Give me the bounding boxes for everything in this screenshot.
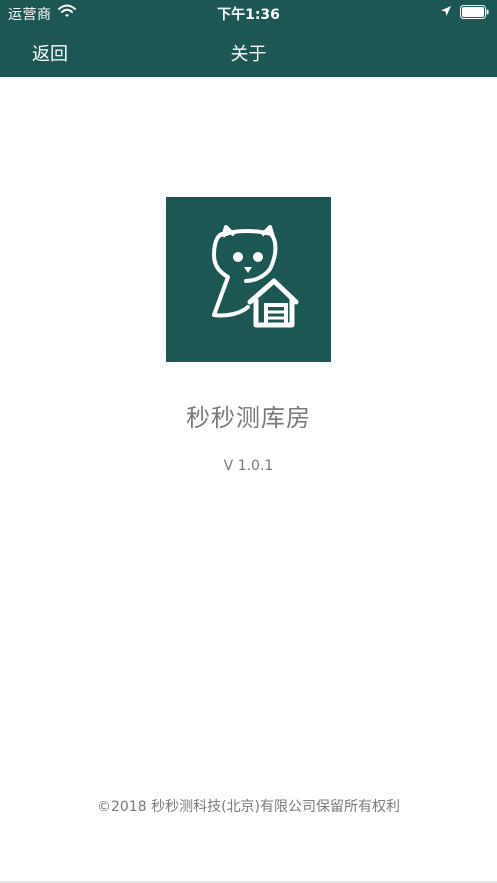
app-logo bbox=[166, 197, 331, 362]
top-bar: 运营商 下午1:36 返回 关于 bbox=[0, 0, 497, 77]
app-version: V 1.0.1 bbox=[223, 458, 274, 474]
copyright-text: ©2018 秒秒测科技(北京)有限公司保留所有权利 bbox=[96, 799, 400, 815]
battery-icon bbox=[460, 5, 490, 19]
status-bar: 运营商 下午1:36 bbox=[0, 0, 497, 26]
app-name: 秒秒测库房 bbox=[186, 404, 311, 432]
about-screen: 运营商 下午1:36 返回 关于 秒秒测库房 V 1.0.1 ©2018 秒秒测… bbox=[0, 0, 497, 883]
status-time: 下午1:36 bbox=[217, 7, 280, 23]
location-arrow-icon bbox=[440, 5, 452, 17]
owl-house-logo-icon bbox=[212, 225, 299, 328]
page-title: 关于 bbox=[230, 44, 267, 65]
